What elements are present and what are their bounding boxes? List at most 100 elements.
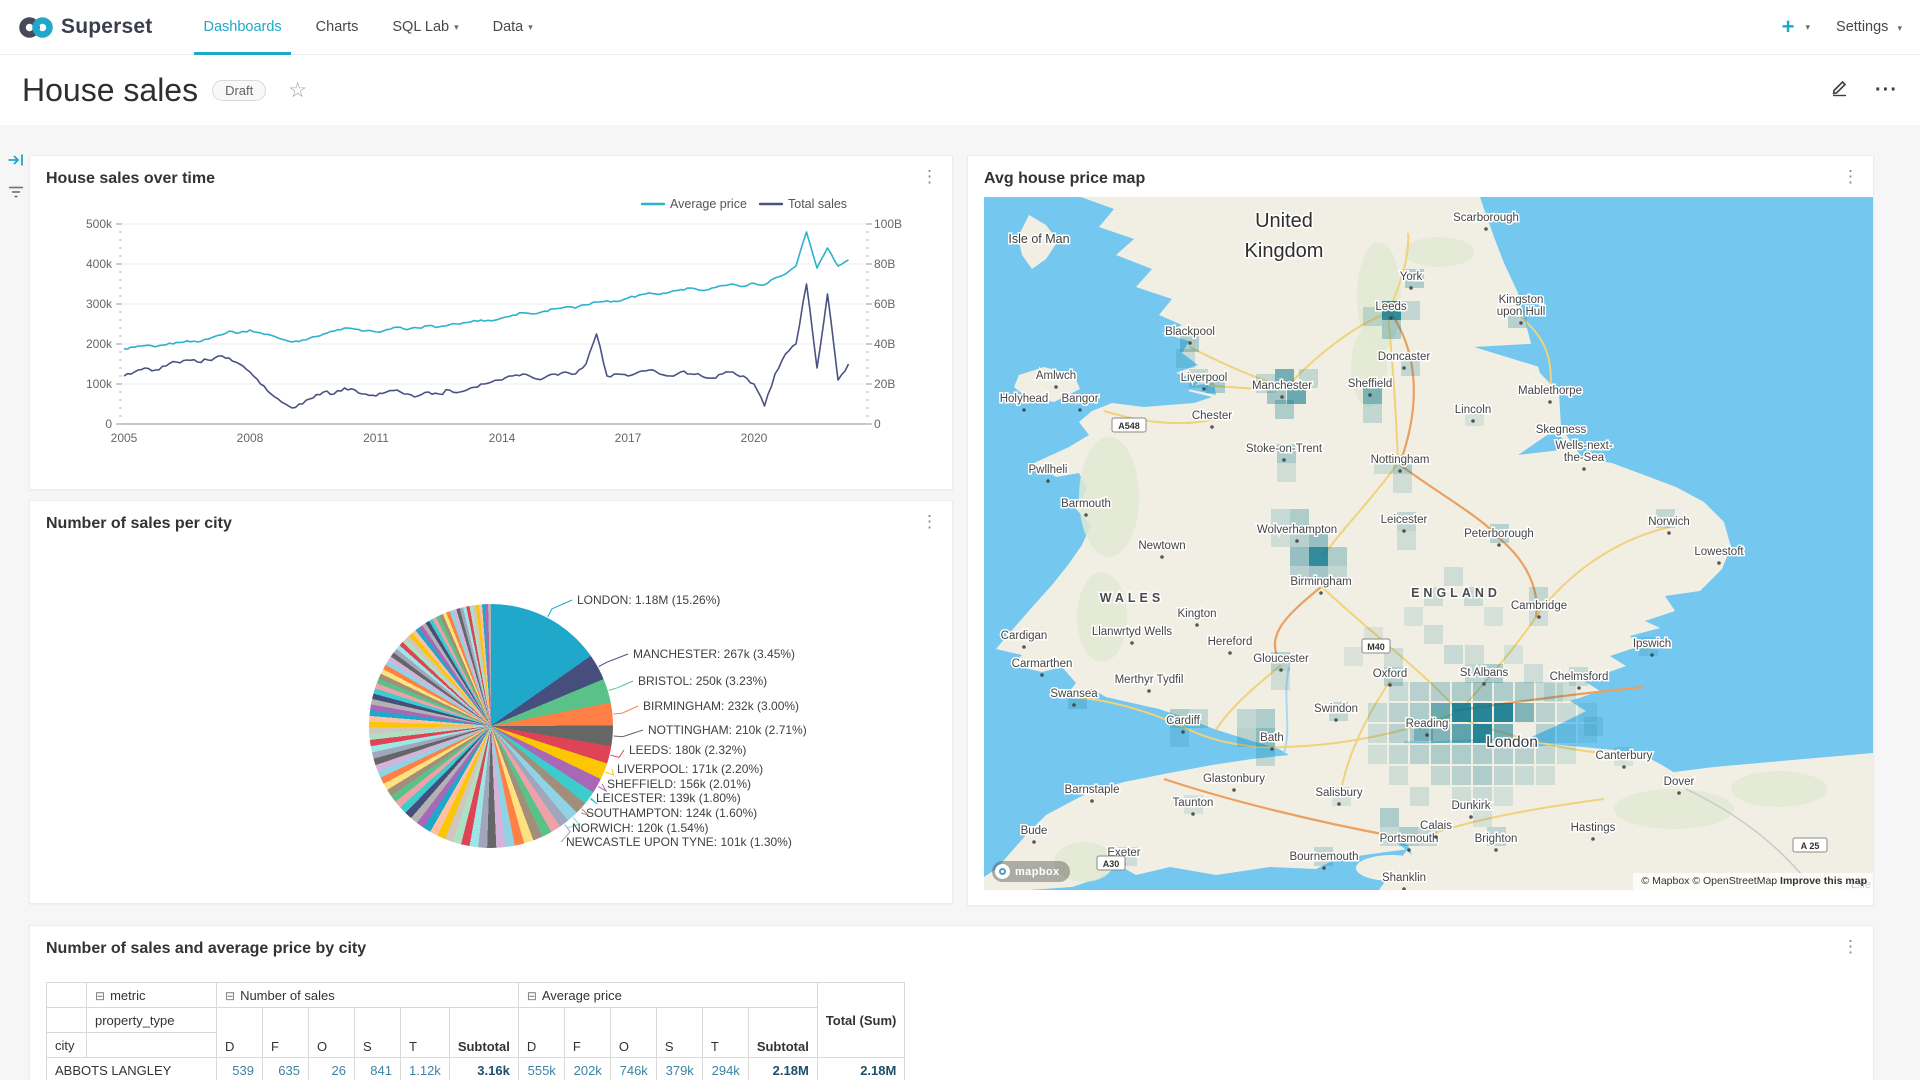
chart-kebab-menu-icon[interactable]: ⋮ (1842, 940, 1859, 954)
filter-bar-collapsed (4, 151, 28, 199)
legend: Average priceTotal sales (642, 197, 847, 211)
superset-app: Superset Dashboards Charts SQL Lab▾ Data… (0, 0, 1920, 1080)
chevron-down-icon: ▾ (528, 22, 533, 33)
cell-value[interactable]: 1.12k (401, 1058, 450, 1080)
nav-tab-data[interactable]: Data▾ (476, 0, 550, 55)
edit-pencil-icon[interactable] (1830, 78, 1849, 102)
expand-filter-bar-icon[interactable] (7, 151, 26, 169)
status-badge: Draft (212, 80, 266, 101)
chart-panel-avg-house-price-map: Avg house price map ⋮ UnitedKingdomENGLA… (967, 155, 1874, 906)
col-D[interactable]: D (518, 1008, 564, 1058)
superset-logo[interactable]: Superset (18, 14, 152, 41)
svg-text:0: 0 (105, 417, 112, 431)
cell-value[interactable]: 841 (355, 1058, 401, 1080)
cell-value[interactable]: 202k (564, 1058, 610, 1080)
mapbox-map[interactable]: UnitedKingdomENGLANDWALESIsle of ManLond… (984, 197, 1873, 890)
svg-text:400k: 400k (86, 257, 113, 271)
pie-slices[interactable] (369, 604, 613, 848)
col-O[interactable]: O (309, 1008, 355, 1058)
map-city-label: Mablethorpe (1518, 385, 1582, 397)
pivot-table: ⊟metric ⊟Number of sales ⊟Average price … (46, 982, 905, 1080)
more-actions-icon[interactable]: ··· (1875, 79, 1898, 102)
infinity-logo-icon (18, 14, 54, 41)
cell-subtotal[interactable]: 3.16k (449, 1058, 518, 1080)
col-S[interactable]: S (656, 1008, 702, 1058)
pie-label-birmingham: BIRMINGHAM: 232k (3.00%) (643, 699, 799, 713)
cell-value[interactable]: 539 (217, 1058, 263, 1080)
pie-label-london: LONDON: 1.18M (15.26%) (577, 593, 720, 607)
map-city-label: Sheffield (1348, 378, 1393, 390)
pie-label-sheffield: SHEFFIELD: 156k (2.01%) (607, 777, 751, 791)
cell-value[interactable]: 26 (309, 1058, 355, 1080)
nav-tab-charts[interactable]: Charts (299, 0, 376, 55)
map-city-label: Barmouth (1061, 498, 1111, 510)
map-city-label: Calais (1420, 820, 1452, 832)
timeseries-plot[interactable]: 00100k20B200k40B300k60B400k80B500k100B20… (44, 194, 936, 482)
col-T[interactable]: T (401, 1008, 450, 1058)
city-header: city (47, 1033, 87, 1058)
map-city-label: Wolverhampton (1257, 524, 1337, 536)
cell-value[interactable]: 635 (263, 1058, 309, 1080)
map-city-label: Brighton (1475, 833, 1518, 845)
map-label-isle-of-man: Isle of Man (1008, 232, 1069, 246)
cell-subtotal[interactable]: 2.18M (748, 1058, 817, 1080)
map-city-label: Bude (1021, 825, 1048, 837)
mapbox-logo-icon (995, 864, 1010, 879)
col-F[interactable]: F (564, 1008, 610, 1058)
chart-kebab-menu-icon[interactable]: ⋮ (1842, 170, 1859, 184)
property-type-header: property_type (87, 1008, 217, 1033)
group-average-price[interactable]: ⊟Average price (518, 983, 817, 1008)
col-F[interactable]: F (263, 1008, 309, 1058)
nav-tab-dashboards[interactable]: Dashboards (186, 0, 298, 55)
map-city-label: Gloucester (1253, 653, 1309, 665)
svg-text:80B: 80B (874, 257, 895, 271)
chevron-down-icon[interactable]: ▾ (1806, 22, 1811, 33)
col-O[interactable]: O (610, 1008, 656, 1058)
pie-label-leicester: LEICESTER: 139k (1.80%) (596, 791, 741, 805)
map-city-label: Dunkirk (1452, 800, 1491, 812)
collapse-icon: ⊟ (527, 989, 537, 1003)
svg-text:20B: 20B (874, 377, 895, 391)
settings-menu[interactable]: Settings ▾ (1836, 19, 1902, 35)
svg-text:40B: 40B (874, 337, 895, 351)
col-subtotal[interactable]: Subtotal (449, 1008, 518, 1058)
svg-text:100k: 100k (86, 377, 113, 391)
svg-text:200k: 200k (86, 337, 113, 351)
map-city-label: Llanwrtyd Wells (1092, 626, 1173, 638)
col-T[interactable]: T (702, 1008, 748, 1058)
new-item-button[interactable]: + (1782, 14, 1795, 40)
chart-title: Avg house price map (984, 170, 1145, 188)
brand-name: Superset (61, 15, 152, 39)
collapse-icon: ⊟ (95, 989, 105, 1003)
mapbox-logo[interactable]: mapbox (992, 861, 1070, 882)
cell-value[interactable]: 294k (702, 1058, 748, 1080)
chart-kebab-menu-icon[interactable]: ⋮ (921, 170, 938, 184)
favorite-star-icon[interactable]: ☆ (288, 78, 307, 103)
map-city-label: Barnstaple (1065, 784, 1120, 796)
col-S[interactable]: S (355, 1008, 401, 1058)
filter-lines-icon[interactable] (7, 185, 25, 199)
map-city-label: Pwllheli (1029, 464, 1068, 476)
improve-map-link[interactable]: Improve this map (1780, 875, 1867, 887)
map-city-label: Reading (1406, 718, 1449, 730)
table-row: ABBOTS LANGLEY 539 635 26 841 1.12k 3.16… (47, 1058, 905, 1080)
map-attribution: © Mapbox © OpenStreetMap Improve this ma… (1633, 873, 1873, 890)
cell-value[interactable]: 555k (518, 1058, 564, 1080)
map-city-label: St Albans (1460, 667, 1509, 679)
nav-tab-sql-lab[interactable]: SQL Lab▾ (375, 0, 475, 55)
metric-header[interactable]: ⊟metric (87, 983, 217, 1008)
cell-value[interactable]: 379k (656, 1058, 702, 1080)
col-D[interactable]: D (217, 1008, 263, 1058)
map-city-label: Lowestoft (1694, 546, 1744, 558)
group-number-of-sales[interactable]: ⊟Number of sales (217, 983, 519, 1008)
svg-text:2020: 2020 (741, 431, 768, 445)
map-city-label: Leeds (1375, 301, 1407, 313)
map-city-label: Leicester (1381, 514, 1428, 526)
row-city: ABBOTS LANGLEY (47, 1058, 217, 1080)
pie-label-newcastle-upon-tyne: NEWCASTLE UPON TYNE: 101k (1.30%) (566, 835, 792, 849)
cell-total[interactable]: 2.18M (817, 1058, 905, 1080)
col-subtotal[interactable]: Subtotal (748, 1008, 817, 1058)
pie-label-nottingham: NOTTINGHAM: 210k (2.71%) (648, 723, 807, 737)
map-city-label: Bournemouth (1289, 851, 1358, 863)
cell-value[interactable]: 746k (610, 1058, 656, 1080)
